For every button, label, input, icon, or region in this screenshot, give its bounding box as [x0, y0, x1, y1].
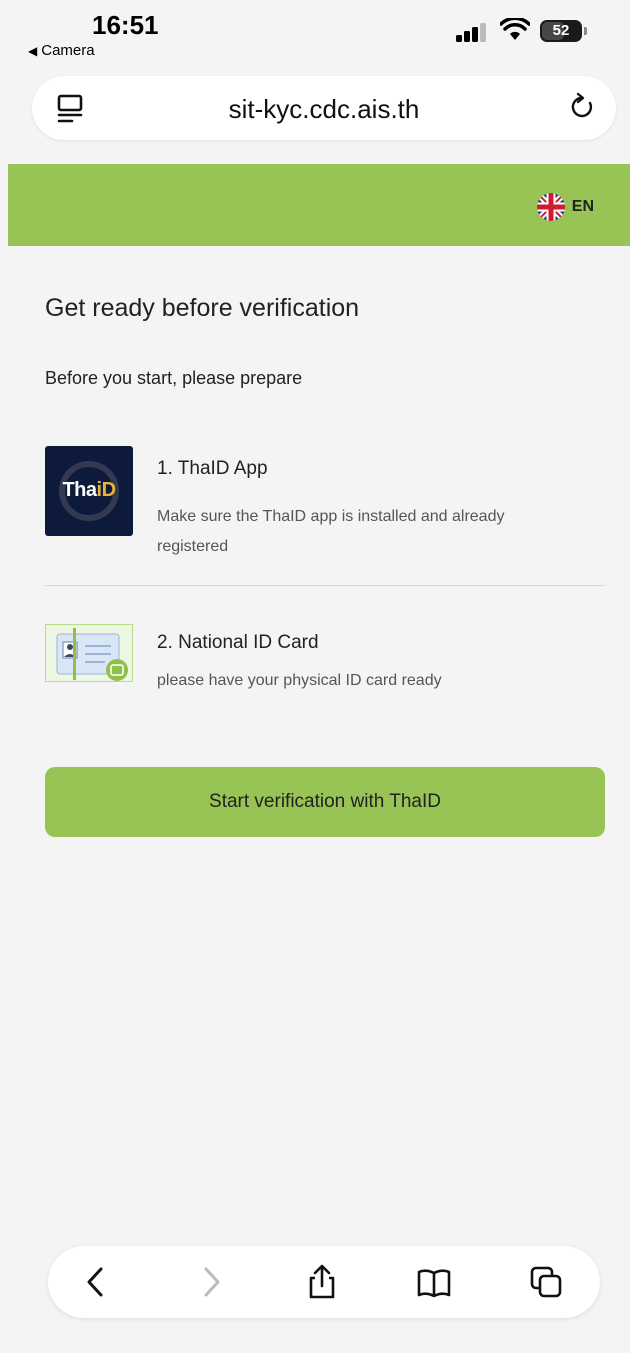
battery-level: 52: [552, 22, 570, 39]
language-switcher[interactable]: EN: [536, 192, 594, 222]
uk-flag-icon: [536, 193, 565, 221]
back-app-label: Camera: [41, 42, 95, 59]
language-label: EN: [571, 198, 594, 215]
page-title: Get ready before verification: [45, 294, 360, 322]
item-description: Make sure the ThaID app is installed and…: [157, 508, 505, 555]
thaid-logo: ThaiD: [45, 446, 133, 536]
forward-icon[interactable]: [193, 1264, 229, 1300]
url-text[interactable]: sit-kyc.cdc.ais.th: [32, 94, 616, 125]
status-bar: 16:51 ◀ Camera 52: [0, 0, 630, 70]
back-icon[interactable]: [78, 1264, 114, 1300]
bookmarks-icon[interactable]: [416, 1264, 452, 1300]
share-icon[interactable]: [304, 1264, 340, 1300]
battery-cap: [584, 27, 587, 35]
item-title: 1. ThaID App: [157, 458, 268, 479]
cellular-signal-icon: [456, 22, 488, 42]
reload-icon[interactable]: [568, 92, 598, 122]
id-card-icon: [45, 624, 133, 682]
battery-icon: 52: [540, 20, 582, 42]
tabs-icon[interactable]: [528, 1264, 564, 1300]
page-subtitle: Before you start, please prepare: [45, 368, 303, 388]
list-item-thaid-app: ThaiD 1. ThaID App Make sure the ThaID a…: [45, 446, 605, 586]
status-time: 16:51: [92, 10, 159, 40]
start-verification-button[interactable]: Start verification with ThaID: [45, 767, 605, 837]
item-description: please have your physical ID card ready: [157, 672, 442, 689]
back-triangle-icon: ◀: [28, 44, 38, 58]
site-header: EN: [8, 164, 630, 246]
back-to-app-link[interactable]: ◀ Camera: [28, 42, 95, 59]
address-bar[interactable]: sit-kyc.cdc.ais.th: [32, 76, 616, 140]
item-title: 2. National ID Card: [157, 632, 319, 653]
browser-toolbar: [48, 1246, 600, 1318]
wifi-icon: [500, 18, 530, 40]
list-item-id-card: 2. National ID Card please have your phy…: [45, 620, 605, 700]
